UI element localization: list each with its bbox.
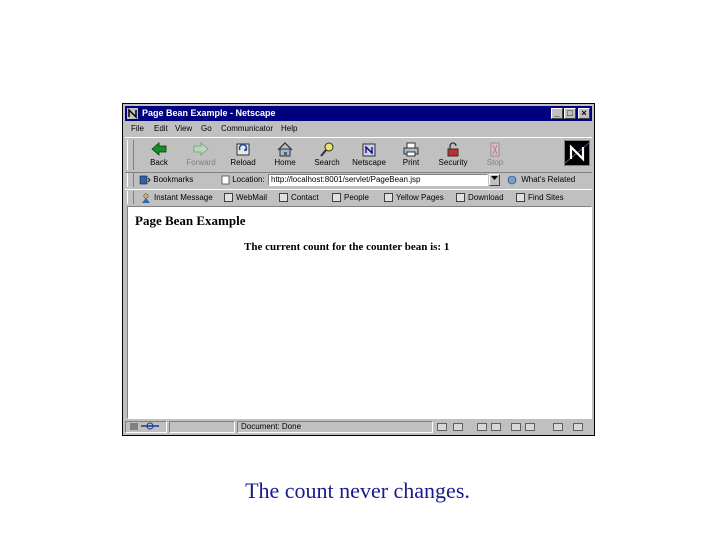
composer-icon[interactable] (525, 423, 535, 431)
home-icon (277, 142, 293, 157)
print-button[interactable]: Print (391, 140, 431, 170)
edit-icon[interactable] (573, 423, 583, 431)
status-text: Document: Done (237, 421, 433, 433)
back-button[interactable]: Back (139, 140, 179, 170)
bookmark-page-icon (332, 193, 341, 203)
netscape-icon (362, 143, 376, 157)
print-icon (403, 142, 419, 157)
counter-message: The current count for the counter bean i… (244, 241, 450, 253)
netscape-app-icon (127, 108, 138, 119)
slide-caption: The count never changes. (245, 478, 470, 503)
menu-file[interactable]: File (131, 122, 144, 136)
menu-help[interactable]: Help (281, 122, 297, 136)
bookmark-page-icon (279, 193, 288, 203)
personal-toolbar: Instant Message WebMail Contact People Y… (125, 189, 592, 205)
toolbar-grip[interactable] (127, 140, 134, 170)
address-book-icon[interactable] (511, 423, 521, 431)
stop-button[interactable]: Stop (475, 140, 515, 170)
menu-communicator[interactable]: Communicator (221, 122, 273, 136)
chevron-down-icon (491, 176, 498, 180)
security-label: Security (438, 158, 468, 167)
contact-button[interactable]: Contact (279, 190, 319, 205)
minimize-button[interactable]: _ (551, 108, 563, 119)
navigation-toolbar: Back Forward Reload Home Search Netscape… (125, 137, 592, 173)
maximize-button[interactable]: □ (564, 108, 576, 119)
yellow-pages-label: Yellow Pages (396, 193, 444, 202)
contact-label: Contact (291, 193, 319, 202)
window-title: Page Bean Example - Netscape (142, 108, 276, 118)
forward-arrow-icon (193, 142, 209, 156)
search-icon (320, 142, 334, 157)
personal-grip[interactable] (127, 191, 134, 204)
bookmark-page-icon (384, 193, 393, 203)
menu-bar: File Edit View Go Communicator Help (125, 122, 592, 136)
print-label: Print (402, 158, 420, 167)
whats-related-label: What's Related (521, 175, 576, 184)
bookmark-page-icon (516, 193, 525, 203)
location-grip[interactable] (127, 173, 134, 187)
title-bar: Page Bean Example - Netscape _ □ × (125, 106, 592, 121)
download-button[interactable]: Download (456, 190, 504, 205)
netscape-throbber-logo[interactable] (564, 140, 590, 166)
security-button[interactable]: Security (433, 140, 473, 170)
whats-related-button[interactable]: What's Related (507, 172, 575, 188)
page-heading: Page Bean Example (135, 213, 246, 228)
back-label: Back (150, 158, 168, 167)
location-toolbar: Bookmarks Location: http://localhost:800… (125, 172, 592, 188)
search-label: Search (314, 158, 340, 167)
page-content: Page Bean Example The current count for … (127, 206, 592, 419)
back-arrow-icon (151, 142, 167, 156)
instant-message-button[interactable]: Instant Message (141, 190, 213, 205)
forward-button[interactable]: Forward (181, 140, 221, 170)
component-icon[interactable] (437, 423, 447, 431)
security-status[interactable] (125, 421, 167, 433)
location-label-text: Location: (232, 175, 265, 184)
instant-message-icon (142, 193, 150, 203)
find-sites-button[interactable]: Find Sites (516, 190, 564, 205)
page-proxy-icon (221, 175, 230, 185)
discussion-icon[interactable] (491, 423, 501, 431)
url-input[interactable]: http://localhost:8001/servlet/PageBean.j… (268, 174, 488, 186)
browser-window: Page Bean Example - Netscape _ □ × File … (122, 103, 595, 436)
close-button[interactable]: × (578, 108, 590, 119)
navigator-icon[interactable] (453, 423, 463, 431)
search-button[interactable]: Search (307, 140, 347, 170)
stop-label: Stop (486, 158, 504, 167)
reload-label: Reload (230, 158, 256, 167)
bookmarks-button[interactable]: Bookmarks (139, 172, 193, 188)
bookmarks-label: Bookmarks (153, 175, 194, 184)
bookmark-page-icon (456, 193, 465, 203)
bookmark-icon (139, 175, 151, 185)
people-label: People (344, 193, 369, 202)
netscape-n-icon (564, 142, 590, 164)
instant-message-label: Instant Message (154, 193, 213, 202)
menu-view[interactable]: View (175, 122, 192, 136)
find-sites-label: Find Sites (528, 193, 564, 202)
connection-icon (130, 422, 159, 430)
bookmark-page-icon (224, 193, 233, 203)
reload-button[interactable]: Reload (223, 140, 263, 170)
webmail-label: WebMail (236, 193, 267, 202)
progress-bar (169, 421, 235, 433)
download-label: Download (468, 193, 504, 202)
home-label: Home (274, 158, 296, 167)
menu-edit[interactable]: Edit (154, 122, 168, 136)
whats-related-icon (507, 175, 517, 185)
mail-icon[interactable] (477, 423, 487, 431)
security-icon (447, 142, 459, 157)
forward-label: Forward (186, 158, 216, 167)
im-icon[interactable] (553, 423, 563, 431)
menu-go[interactable]: Go (201, 122, 212, 136)
webmail-button[interactable]: WebMail (224, 190, 267, 205)
netscape-label: Netscape (352, 158, 386, 167)
people-button[interactable]: People (332, 190, 369, 205)
status-bar: Document: Done (125, 420, 592, 434)
yellow-pages-button[interactable]: Yellow Pages (384, 190, 444, 205)
location-label: Location: (221, 172, 265, 188)
home-button[interactable]: Home (265, 140, 305, 170)
reload-icon (236, 143, 250, 156)
netscape-button[interactable]: Netscape (349, 140, 389, 170)
stop-icon (490, 142, 500, 157)
url-dropdown-button[interactable] (489, 174, 500, 186)
